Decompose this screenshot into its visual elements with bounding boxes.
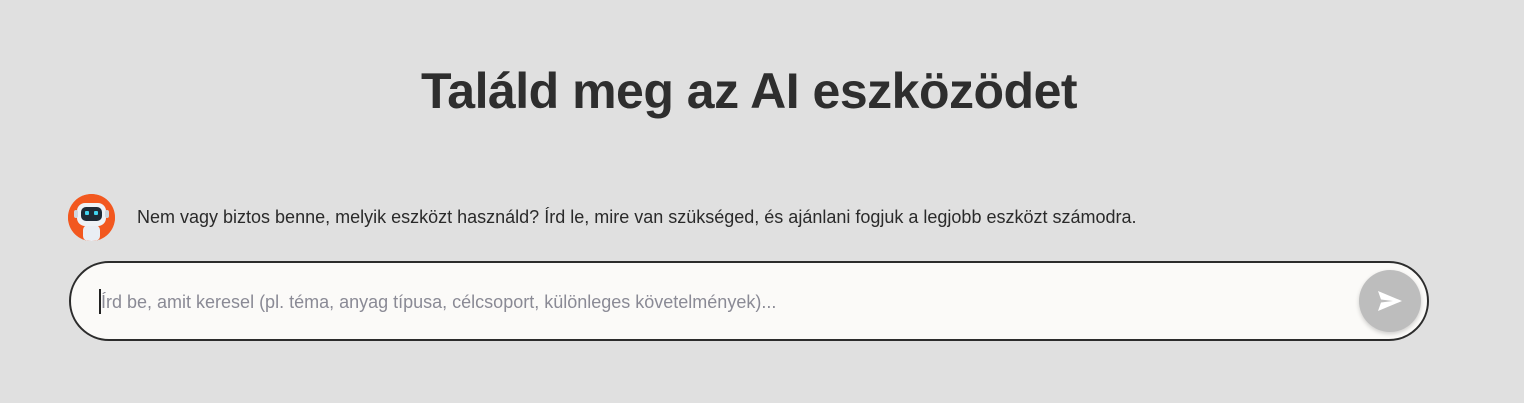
- page-title: Találd meg az AI eszközödet: [420, 63, 1078, 119]
- assistant-message-text: Nem vagy biztos benne, melyik eszközt ha…: [137, 206, 1137, 227]
- text-caret: [99, 289, 101, 314]
- page: Találd meg az AI eszközödet Nem vagy biz…: [0, 0, 1524, 403]
- search-box[interactable]: [69, 261, 1429, 341]
- search-input[interactable]: [99, 283, 1343, 321]
- assistant-message-row: Nem vagy biztos benne, melyik eszközt ha…: [68, 193, 1137, 241]
- send-button[interactable]: [1359, 270, 1421, 332]
- robot-avatar-icon: [68, 193, 115, 241]
- send-icon: [1377, 290, 1403, 312]
